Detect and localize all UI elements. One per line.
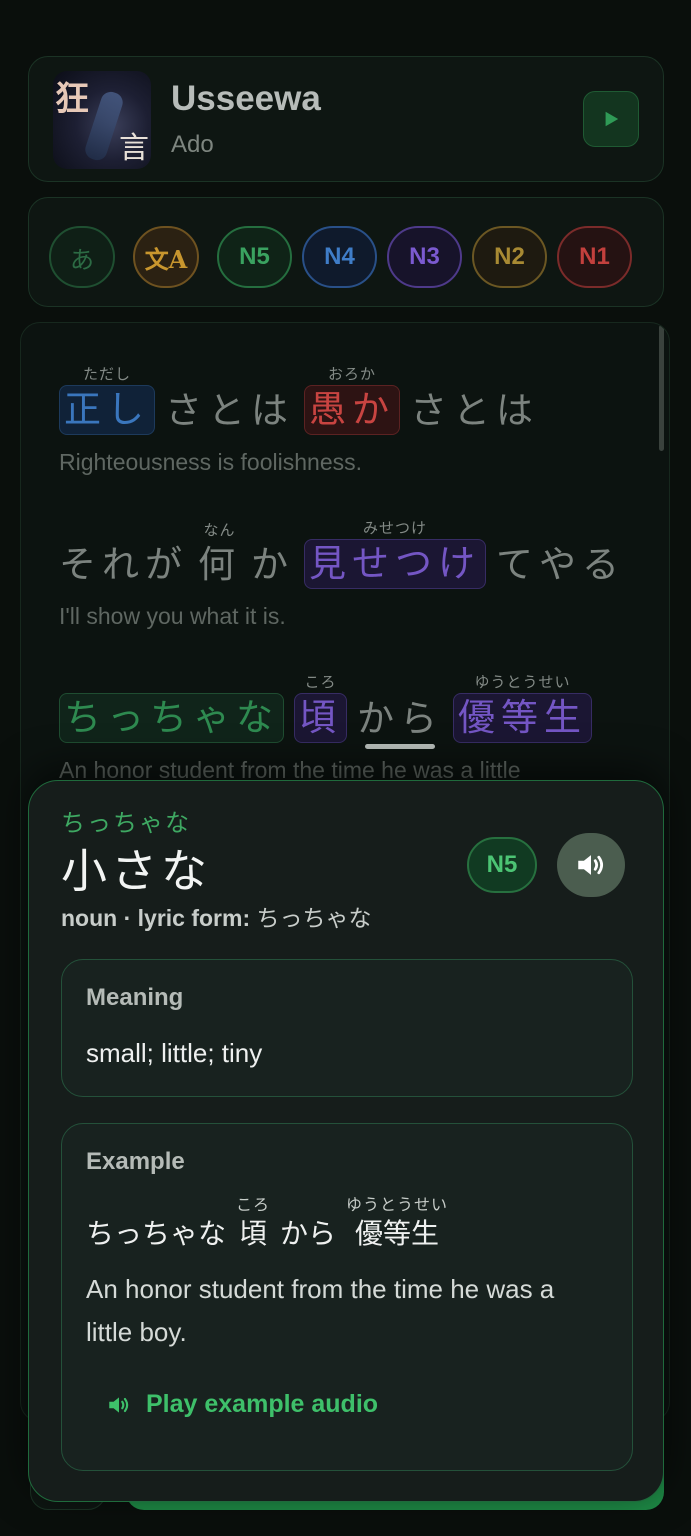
lyric-word[interactable]: さとは (410, 367, 539, 435)
lyric-word-selected[interactable]: ちっちゃな (59, 673, 284, 743)
lyric-word[interactable]: てやる (496, 521, 625, 589)
speaker-icon (578, 855, 604, 875)
lyric-word[interactable]: ただし 正し (59, 365, 155, 435)
lyric-translation: Righteousness is foolishness. (59, 449, 362, 475)
example-sentence: ちっちゃな ころ頃 から ゆうとうせい 優等生 (86, 1196, 448, 1252)
lyric-word[interactable]: から (357, 675, 443, 749)
play-example-audio-button[interactable]: Play example audio (106, 1390, 378, 1419)
jlpt-level-badge: N5 (467, 837, 537, 893)
word-reading: ちっちゃな (61, 809, 191, 837)
lyric-translation: I'll show you what it is. (59, 603, 286, 629)
word-dictionary-form: 小さな (61, 844, 211, 898)
word-detail-popup: ちっちゃな 小さな noun · lyric form: ちっちゃな N5 Me… (28, 780, 664, 1502)
level-filter-n4[interactable]: N4 (302, 226, 377, 288)
example-translation: An honor student from the time he was a … (86, 1274, 555, 1347)
song-header-card: 狂 言 Usseewa Ado (28, 56, 664, 182)
lyric-word[interactable]: ゆうとうせい 優等生 (453, 673, 592, 743)
album-art-text-bottom: 言 (119, 131, 149, 166)
word-audio-button[interactable] (557, 833, 625, 897)
song-title: Usseewa (171, 79, 321, 118)
meaning-text: small; little; tiny (86, 1038, 263, 1068)
lyric-line: ちっちゃな ころ頃 から ゆうとうせい 優等生 An honor student … (59, 673, 629, 784)
level-filter-n2[interactable]: N2 (472, 226, 547, 288)
lyric-word[interactable]: さとは (165, 367, 294, 435)
lyric-word[interactable]: それが (59, 521, 188, 589)
level-filter-n5[interactable]: N5 (217, 226, 292, 288)
lyric-word[interactable]: か (251, 521, 294, 589)
meaning-section: Meaning small; little; tiny (61, 959, 633, 1097)
example-title: Example (86, 1148, 185, 1175)
lyric-word[interactable]: なん何 (198, 521, 241, 589)
example-word: ころ頃 (236, 1195, 271, 1251)
album-art-text-top: 狂 (55, 79, 89, 119)
play-icon (605, 111, 619, 127)
lyrics-scrollbar[interactable] (659, 325, 664, 451)
song-artist: Ado (171, 131, 214, 158)
level-filter-n1[interactable]: N1 (557, 226, 632, 288)
speaker-icon (109, 1396, 129, 1413)
word-meta: noun · lyric form: ちっちゃな (61, 899, 372, 933)
word-part-of-speech: noun · lyric form: (61, 905, 251, 931)
lyric-line: ただし 正し さとは おろか 愚か さとは Righteousness is foo… (59, 365, 629, 476)
lyric-line: それが なん何 か みせつけ 見せつけ てやる I'll show you wha… (59, 519, 629, 630)
example-word: ちっちゃな (86, 1217, 227, 1250)
album-art: 狂 言 (53, 71, 151, 169)
example-section: Example ちっちゃな ころ頃 から ゆうとうせい 優等生 An honor … (61, 1123, 633, 1471)
lyric-word[interactable]: おろか 愚か (304, 365, 400, 435)
filter-bar: あ 文A N5 N4 N3 N2 N1 (28, 197, 664, 307)
example-word: ゆうとうせい 優等生 (346, 1195, 449, 1251)
play-song-button[interactable] (583, 91, 639, 147)
meaning-title: Meaning (86, 984, 184, 1011)
lyric-word[interactable]: みせつけ 見せつけ (304, 519, 486, 589)
play-example-label: Play example audio (146, 1390, 379, 1418)
current-word-underline (365, 744, 435, 749)
example-word: から (280, 1217, 337, 1250)
level-filter-n3[interactable]: N3 (387, 226, 462, 288)
toggle-furigana-button[interactable]: あ (49, 226, 115, 288)
word-lyric-form: ちっちゃな (256, 906, 372, 932)
lyric-word[interactable]: ころ頃 (294, 673, 347, 743)
toggle-translation-button[interactable]: 文A (133, 226, 199, 288)
